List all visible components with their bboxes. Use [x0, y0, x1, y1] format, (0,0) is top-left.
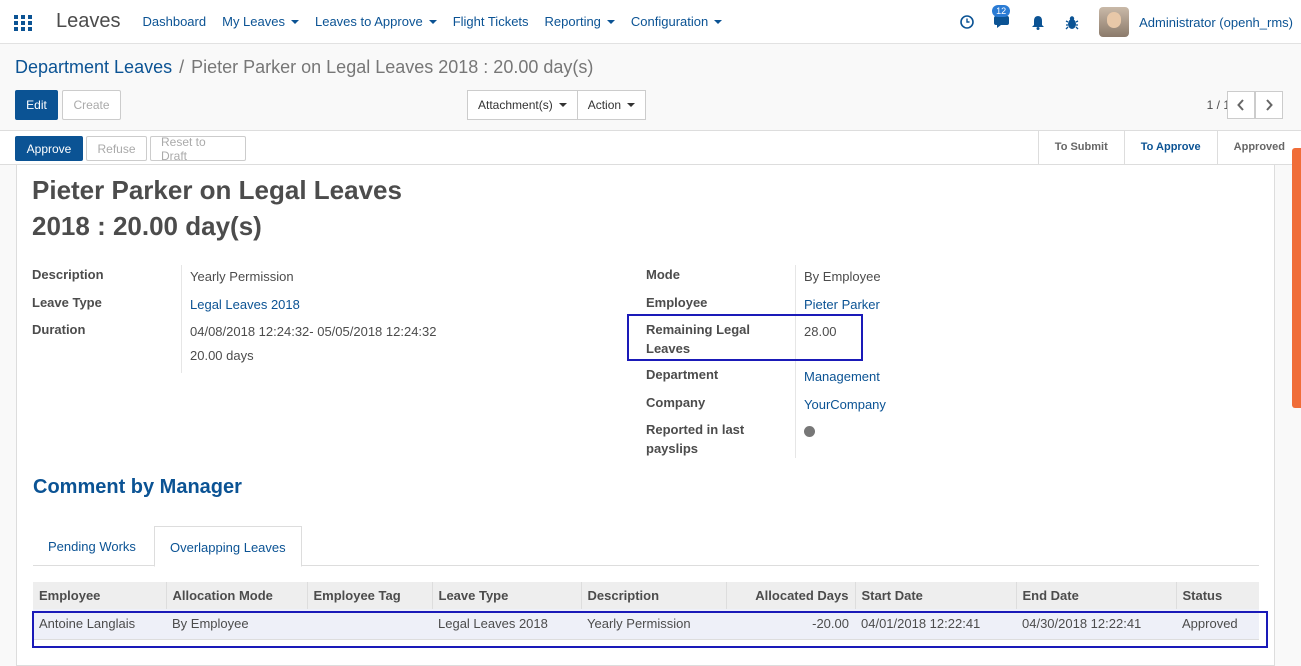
- record-title: Pieter Parker on Legal Leaves 2018 : 20.…: [32, 172, 452, 244]
- reset-to-draft-button[interactable]: Reset to Draft: [150, 135, 246, 163]
- stage-to-approve[interactable]: To Approve: [1123, 131, 1217, 164]
- caret-down-icon: [558, 103, 567, 107]
- table-header-row: Employee Allocation Mode Employee Tag Le…: [33, 582, 1259, 609]
- stage-approved[interactable]: Approved: [1216, 131, 1301, 164]
- action-dropdown[interactable]: Action: [576, 90, 647, 120]
- mode-label: Mode: [646, 267, 680, 282]
- clock-icon[interactable]: [960, 15, 974, 29]
- leave-type-label: Leave Type: [32, 295, 102, 310]
- description-value: Yearly Permission: [190, 269, 294, 284]
- record-title-line-1: Pieter Parker on Legal Leaves: [32, 175, 402, 205]
- breadcrumb: Department Leaves / Pieter Parker on Leg…: [15, 57, 593, 78]
- column-end-date[interactable]: End Date: [1015, 582, 1176, 609]
- department-link[interactable]: Management: [804, 369, 880, 384]
- chevron-left-icon: [1237, 99, 1244, 111]
- apps-grid-icon[interactable]: [14, 14, 32, 31]
- action-label: Action: [587, 98, 622, 112]
- caret-down-icon: [606, 19, 615, 24]
- remaining-label-line-1: Remaining Legal: [646, 322, 751, 337]
- pager-previous-button[interactable]: [1227, 91, 1255, 119]
- navbar-right: 12 Administrator (openh_rms): [960, 0, 1301, 44]
- company-link[interactable]: YourCompany: [804, 397, 886, 412]
- breadcrumb-current: Pieter Parker on Legal Leaves 2018 : 20.…: [191, 57, 594, 77]
- department-label: Department: [646, 367, 719, 382]
- menu-reporting[interactable]: Reporting: [545, 14, 615, 29]
- menu-flight-tickets[interactable]: Flight Tickets: [453, 14, 529, 29]
- approve-button[interactable]: Approve: [15, 136, 83, 161]
- field-divider: [181, 265, 182, 373]
- breadcrumb-department-leaves[interactable]: Department Leaves: [15, 57, 172, 78]
- pager-next-button[interactable]: [1255, 91, 1283, 119]
- create-button[interactable]: Create: [62, 90, 121, 120]
- menu-leaves-to-approve[interactable]: Leaves to Approve: [315, 14, 437, 29]
- record-title-line-2: 2018 : 20.00 day(s): [32, 211, 262, 241]
- chevron-right-icon: [1266, 99, 1273, 111]
- column-leave-type[interactable]: Leave Type: [431, 582, 581, 609]
- duration-label: Duration: [32, 322, 86, 337]
- menu-reporting-label: Reporting: [544, 14, 601, 29]
- refuse-button[interactable]: Refuse: [86, 136, 147, 161]
- employee-link[interactable]: Pieter Parker: [804, 297, 880, 312]
- reported-label-line-1: Reported in last: [646, 422, 745, 437]
- field-divider: [795, 265, 796, 458]
- menu-my-leaves-label: My Leaves: [222, 14, 285, 29]
- user-menu[interactable]: Administrator (openh_rms): [1139, 15, 1293, 30]
- remaining-label-line-2: Leaves: [646, 341, 691, 356]
- column-start-date[interactable]: Start Date: [854, 582, 1016, 609]
- column-employee[interactable]: Employee: [33, 582, 166, 609]
- attachments-label: Attachment(s): [478, 98, 553, 112]
- tab-overlapping-leaves[interactable]: Overlapping Leaves: [154, 526, 302, 567]
- column-description[interactable]: Description: [580, 582, 726, 609]
- remaining-legal-leaves-label: Remaining Legal Leaves: [646, 320, 750, 358]
- tab-pending-works[interactable]: Pending Works: [33, 526, 151, 567]
- column-employee-tag[interactable]: Employee Tag: [306, 582, 432, 609]
- stage-to-submit[interactable]: To Submit: [1037, 131, 1124, 164]
- column-allocated-days[interactable]: Allocated Days: [725, 582, 855, 609]
- menu-my-leaves[interactable]: My Leaves: [222, 14, 299, 29]
- reported-label-line-2: payslips: [646, 441, 699, 456]
- stage-pipeline: To Submit To Approve Approved: [1037, 131, 1301, 164]
- description-label: Description: [32, 267, 104, 282]
- overlapping-row-highlight: [32, 611, 1268, 648]
- edit-button[interactable]: Edit: [15, 90, 58, 120]
- caret-down-icon: [627, 103, 636, 107]
- menu-dashboard-label: Dashboard: [142, 14, 207, 29]
- sidebar-actions: Attachment(s) Action: [467, 90, 647, 120]
- column-status[interactable]: Status: [1175, 582, 1259, 609]
- leave-type-link[interactable]: Legal Leaves 2018: [190, 297, 300, 312]
- reported-status-dot-icon[interactable]: [804, 426, 815, 437]
- messages-count-badge: 12: [992, 4, 1011, 17]
- scrollbar-thumb[interactable]: [1292, 148, 1301, 408]
- notebook-tabs: Pending Works Overlapping Leaves: [33, 526, 1259, 567]
- top-navbar: Leaves Dashboard My Leaves Leaves to App…: [0, 0, 1301, 44]
- menu-flight-tickets-label: Flight Tickets: [452, 14, 529, 29]
- attachments-dropdown[interactable]: Attachment(s): [467, 90, 578, 120]
- statusbar: Approve Refuse Reset to Draft To Submit …: [0, 130, 1301, 165]
- duration-days: 20.00 days: [190, 348, 254, 363]
- messages-icon[interactable]: 12: [992, 4, 1011, 30]
- column-allocation-mode[interactable]: Allocation Mode: [165, 582, 307, 609]
- bell-icon[interactable]: [1031, 15, 1045, 30]
- comment-by-manager-heading: Comment by Manager: [33, 476, 242, 498]
- user-avatar[interactable]: [1099, 7, 1130, 37]
- employee-label: Employee: [646, 295, 708, 310]
- menu-configuration[interactable]: Configuration: [630, 14, 723, 29]
- caret-down-icon: [714, 19, 723, 24]
- remaining-legal-leaves-value: 28.00: [804, 324, 837, 339]
- menu-leaves-to-approve-label: Leaves to Approve: [314, 14, 423, 29]
- menu-configuration-label: Configuration: [630, 14, 709, 29]
- duration-range: 04/08/2018 12:24:32- 05/05/2018 12:24:32: [190, 324, 437, 339]
- breadcrumb-separator: /: [179, 57, 185, 77]
- mode-value: By Employee: [804, 269, 881, 284]
- company-label: Company: [646, 395, 706, 410]
- bug-icon[interactable]: [1065, 15, 1079, 30]
- app-title: Leaves: [56, 10, 121, 32]
- caret-down-icon: [428, 19, 437, 24]
- caret-down-icon: [290, 19, 299, 24]
- menu-dashboard[interactable]: Dashboard: [143, 14, 207, 29]
- reported-in-last-payslips-label: Reported in last payslips: [646, 420, 744, 458]
